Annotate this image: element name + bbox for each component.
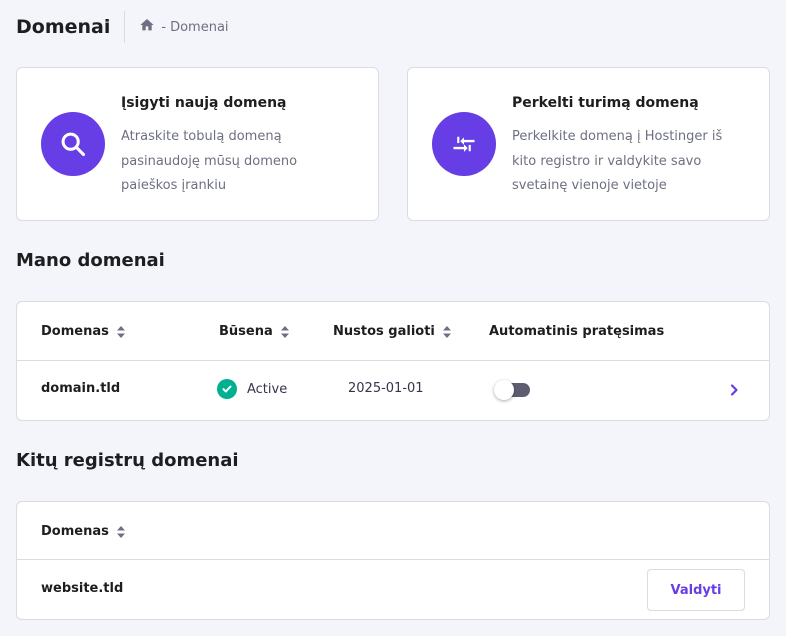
column-label: Domenas <box>41 324 109 339</box>
sort-icon[interactable] <box>116 325 125 338</box>
other-domains-table: Domenas website.tld Valdyti <box>16 501 770 620</box>
table-row[interactable]: domain.tld Active 2025-01-01 <box>17 361 769 420</box>
column-status[interactable]: Būsena <box>219 324 289 339</box>
column-label: Nustos galioti <box>333 324 435 339</box>
chevron-right-icon[interactable] <box>727 382 741 396</box>
auto-renew-toggle[interactable] <box>494 380 532 400</box>
table-header: Domenas <box>17 502 769 560</box>
domain-name: website.tld <box>41 581 124 596</box>
transfer-icon <box>432 112 496 176</box>
sort-icon[interactable] <box>442 325 451 338</box>
column-domain[interactable]: Domenas <box>41 324 125 339</box>
sort-icon[interactable] <box>116 525 125 538</box>
domain-name[interactable]: domain.tld <box>41 381 120 396</box>
status-cell: Active <box>217 379 287 399</box>
column-label: Automatinis pratęsimas <box>489 324 665 339</box>
table-header: Domenas Būsena Nustos galioti Automatini… <box>17 302 769 361</box>
breadcrumb: - Domenai <box>139 17 229 37</box>
sort-icon[interactable] <box>280 325 289 338</box>
column-auto-renew: Automatinis pratęsimas <box>489 324 664 339</box>
column-domain[interactable]: Domenas <box>41 524 125 539</box>
transfer-domain-title: Perkelti turimą domeną <box>512 95 699 111</box>
toggle-knob <box>494 380 514 400</box>
buy-domain-card[interactable]: Įsigyti naują domeną Atraskite tobulą do… <box>16 67 379 221</box>
home-icon[interactable] <box>139 17 161 37</box>
other-domains-title: Kitų registrų domenai <box>16 450 239 471</box>
page-header: Domenai - Domenai <box>16 10 229 44</box>
page-title: Domenai <box>16 16 111 38</box>
manage-button[interactable]: Valdyti <box>647 569 745 611</box>
expiry-date: 2025-01-01 <box>348 381 424 396</box>
breadcrumb-current: Domenai <box>170 19 229 35</box>
my-domains-table: Domenas Būsena Nustos galioti Automatini… <box>16 301 770 421</box>
status-text: Active <box>247 381 288 397</box>
buy-domain-title: Įsigyti naują domeną <box>121 95 287 111</box>
column-label: Būsena <box>219 324 273 339</box>
column-label: Domenas <box>41 524 109 539</box>
check-circle-icon <box>217 379 237 399</box>
my-domains-title: Mano domenai <box>16 250 165 271</box>
breadcrumb-separator: - <box>161 19 167 35</box>
header-divider <box>124 11 126 43</box>
transfer-domain-description: Perkelkite domeną į Hostinger iš kito re… <box>512 129 723 193</box>
column-expires[interactable]: Nustos galioti <box>333 324 451 339</box>
table-row: website.tld Valdyti <box>17 560 769 619</box>
transfer-domain-card[interactable]: Perkelti turimą domeną Perkelkite domeną… <box>407 67 770 221</box>
buy-domain-description: Atraskite tobulą domeną pasinaudoję mūsų… <box>121 129 298 193</box>
search-icon <box>41 112 105 176</box>
